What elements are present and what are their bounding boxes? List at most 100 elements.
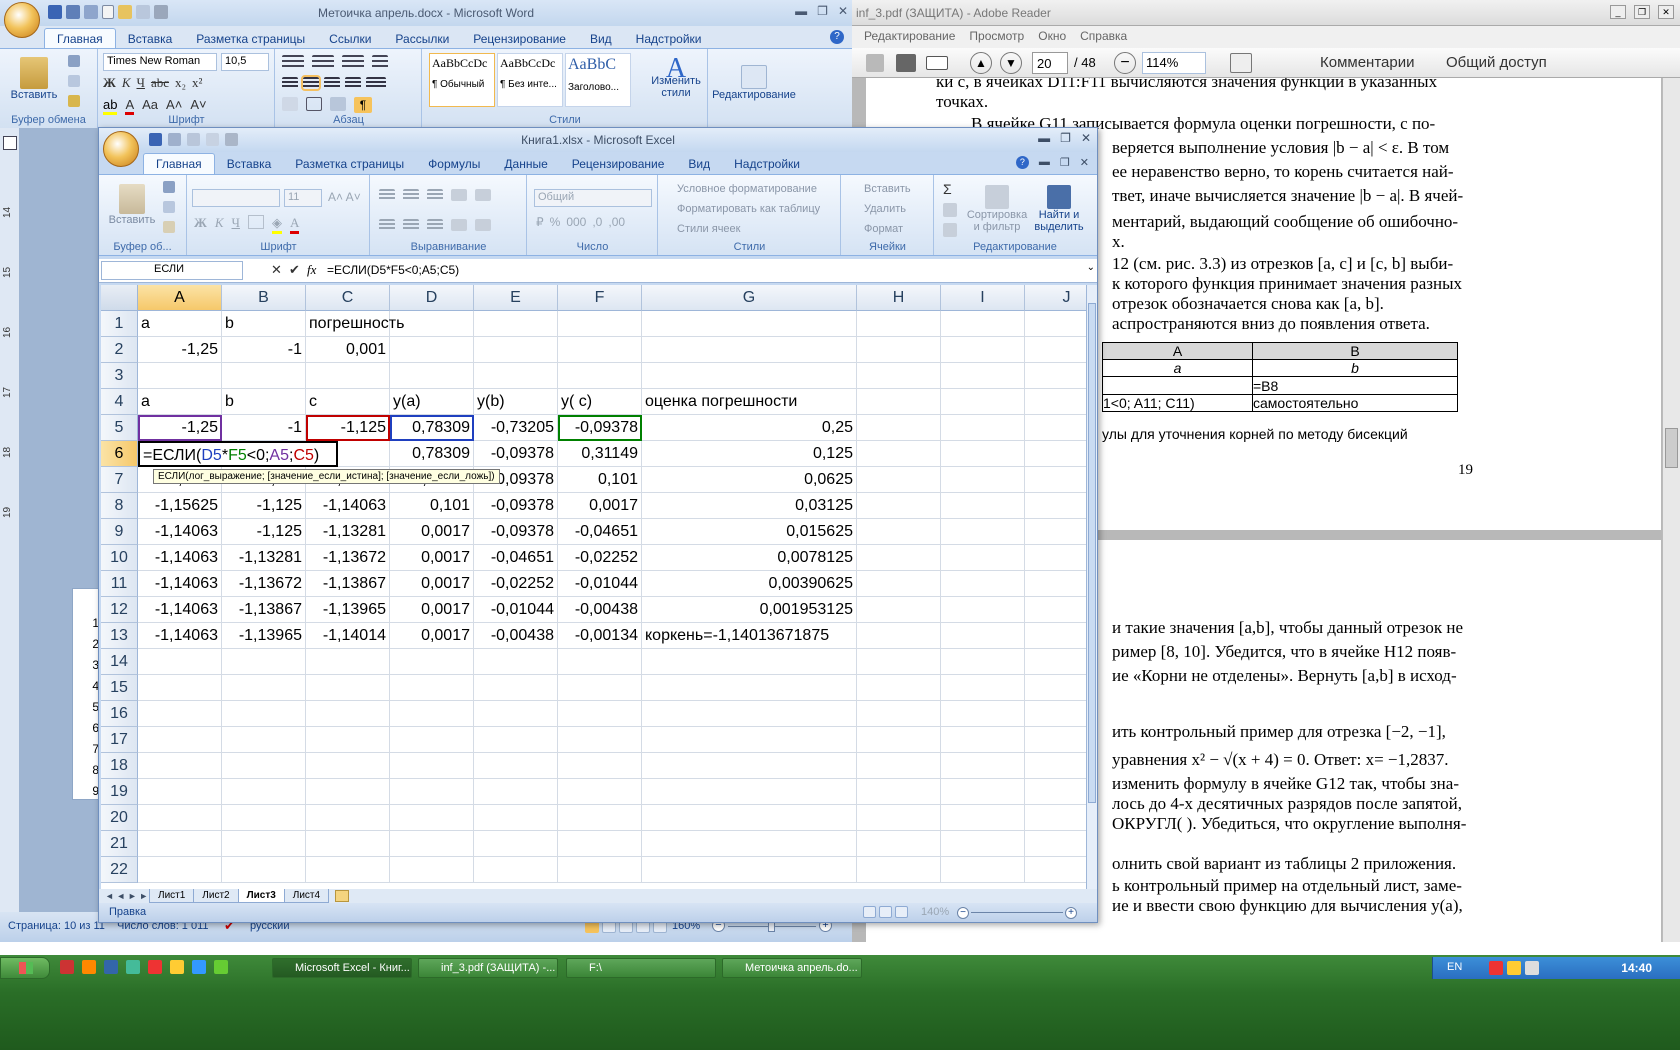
excel-close-icon[interactable]: ✕	[1081, 131, 1091, 145]
cell[interactable]: y(a)	[390, 389, 474, 415]
pdf-page-input[interactable]	[1032, 52, 1068, 74]
row-header[interactable]: 19	[101, 779, 138, 805]
cell[interactable]: 0,0017	[390, 519, 474, 545]
cell[interactable]: -0,01044	[558, 571, 642, 597]
tray-icon[interactable]	[1507, 961, 1521, 975]
align-top-icon[interactable]	[379, 189, 395, 201]
row-header[interactable]: 10	[101, 545, 138, 571]
excel-copy-icon[interactable]	[163, 201, 175, 213]
cell[interactable]	[474, 337, 558, 363]
cell[interactable]	[222, 779, 306, 805]
cell[interactable]	[941, 493, 1025, 519]
word-font-name[interactable]: Times New Roman	[103, 53, 217, 71]
style-gallery-item[interactable]: AaBbCcDc ¶ Обычный	[429, 53, 495, 107]
increase-decimal-icon[interactable]: ,0	[592, 215, 602, 229]
pdf-share-button[interactable]: Общий доступ	[1446, 54, 1547, 71]
cell[interactable]	[306, 805, 390, 831]
pdf-restore-icon[interactable]: ❐	[1634, 5, 1650, 19]
taskbar-item-word[interactable]: Метоичка апрель.do...	[722, 958, 862, 978]
cell[interactable]	[558, 675, 642, 701]
cell[interactable]	[941, 311, 1025, 337]
cell[interactable]	[857, 831, 941, 857]
row-header[interactable]: 14	[101, 649, 138, 675]
style-gallery-item[interactable]: AaBbCcDc ¶ Без инте...	[497, 53, 563, 107]
numbering-icon[interactable]	[312, 55, 334, 69]
cell[interactable]	[642, 363, 857, 389]
taskbar-item-explorer[interactable]: F:\	[566, 958, 716, 978]
cell[interactable]	[138, 727, 222, 753]
cell[interactable]: -0,00438	[558, 597, 642, 623]
cell[interactable]	[857, 779, 941, 805]
cell[interactable]	[1025, 805, 1086, 831]
cut-icon[interactable]	[68, 55, 80, 67]
app-launch-icon[interactable]	[126, 960, 140, 974]
cell[interactable]	[558, 805, 642, 831]
cell[interactable]	[474, 831, 558, 857]
excel-tab[interactable]: Вид	[676, 154, 722, 174]
cell[interactable]	[222, 675, 306, 701]
row-header[interactable]: 20	[101, 805, 138, 831]
taskbar-item-pdf[interactable]: inf_3.pdf (ЗАЩИТА) -...	[418, 958, 558, 978]
column-header[interactable]: G	[642, 285, 857, 311]
decrease-decimal-icon[interactable]: ,00	[608, 215, 625, 229]
pdf-next-page-icon[interactable]: ▼	[1000, 52, 1022, 74]
word-tab[interactable]: Надстройки	[624, 29, 714, 49]
cell[interactable]: -1,14063	[138, 623, 222, 649]
row-header[interactable]: 22	[101, 857, 138, 883]
cell[interactable]	[138, 649, 222, 675]
cell[interactable]: 0,015625	[642, 519, 857, 545]
excel-fill-icon[interactable]: ◈	[271, 215, 282, 234]
cell[interactable]	[390, 857, 474, 883]
sort-icon[interactable]	[330, 97, 346, 111]
cell[interactable]	[390, 805, 474, 831]
help-icon[interactable]: ?	[830, 30, 844, 44]
cell[interactable]	[474, 857, 558, 883]
column-header[interactable]: E	[474, 285, 558, 311]
cell[interactable]	[857, 675, 941, 701]
column-header[interactable]: F	[558, 285, 642, 311]
cell[interactable]: -0,04651	[558, 519, 642, 545]
cell[interactable]: -1,25	[138, 337, 222, 363]
cell-styles-button[interactable]: Стили ячеек	[677, 223, 740, 235]
cell[interactable]	[857, 337, 941, 363]
cell[interactable]	[1025, 831, 1086, 857]
cell[interactable]	[474, 363, 558, 389]
strike-icon[interactable]: abc	[151, 75, 169, 91]
close-icon[interactable]: ✕	[838, 4, 848, 18]
cell[interactable]	[1025, 519, 1086, 545]
cell[interactable]	[558, 337, 642, 363]
cell[interactable]: -1,14063	[138, 597, 222, 623]
expand-formula-icon[interactable]: ⌄	[1087, 262, 1095, 273]
excel-align-center-icon[interactable]	[403, 219, 419, 231]
cell[interactable]	[1025, 467, 1086, 493]
cell[interactable]	[1025, 779, 1086, 805]
excel-vscroll[interactable]	[1086, 285, 1097, 889]
cell[interactable]: погрешность	[306, 311, 404, 337]
cell[interactable]: коркень=-1,14013671875	[642, 623, 857, 649]
cell[interactable]	[941, 597, 1025, 623]
column-header[interactable]: D	[390, 285, 474, 311]
justify-icon[interactable]	[345, 77, 361, 89]
cell[interactable]	[138, 753, 222, 779]
app-launch-icon[interactable]	[170, 960, 184, 974]
cell[interactable]: y( c)	[558, 389, 642, 415]
cell[interactable]	[1025, 597, 1086, 623]
row-header[interactable]: 7	[101, 467, 138, 493]
excel-minimize-icon[interactable]: ▬	[1038, 131, 1050, 145]
cell[interactable]	[941, 779, 1025, 805]
app-launch-icon[interactable]	[214, 960, 228, 974]
cell[interactable]	[857, 415, 941, 441]
excel-italic-icon[interactable]: К	[215, 215, 224, 234]
pdf-menu-item[interactable]: Просмотр	[969, 29, 1024, 45]
excel-restore-icon[interactable]: ❐	[1060, 131, 1071, 145]
cell[interactable]	[941, 649, 1025, 675]
office-button[interactable]	[4, 2, 40, 38]
insert-cells-button[interactable]: Вставить	[864, 183, 911, 195]
cancel-entry-icon[interactable]: ✕	[271, 262, 282, 278]
cell[interactable]	[474, 779, 558, 805]
cell[interactable]: -0,00438	[474, 623, 558, 649]
cell[interactable]: -1,13867	[306, 571, 390, 597]
underline-icon[interactable]: Ч	[137, 75, 145, 91]
cell[interactable]: -1,125	[222, 493, 306, 519]
superscript-icon[interactable]: x²	[192, 75, 202, 91]
